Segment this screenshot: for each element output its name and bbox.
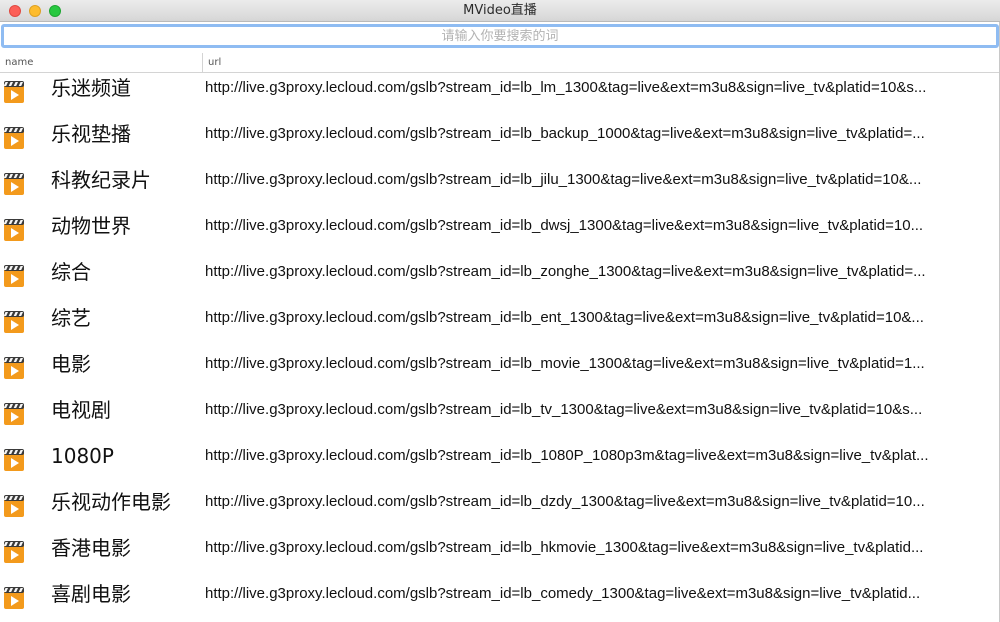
channel-name-cell: 乐迷频道 (51, 76, 131, 100)
video-play-icon (4, 541, 24, 563)
channel-name-cell: 电视剧 (51, 398, 111, 422)
table-row[interactable]: 综合 http://live.g3proxy.lecloud.com/gslb?… (0, 258, 1000, 304)
video-play-icon (4, 127, 24, 149)
table-row[interactable]: 电视剧 http://live.g3proxy.lecloud.com/gslb… (0, 396, 1000, 442)
channel-url-cell: http://live.g3proxy.lecloud.com/gslb?str… (205, 125, 925, 142)
table-row[interactable]: 动物世界 http://live.g3proxy.lecloud.com/gsl… (0, 212, 1000, 258)
table-row[interactable]: 香港电影 http://live.g3proxy.lecloud.com/gsl… (0, 534, 1000, 580)
video-play-icon (4, 311, 24, 333)
channel-name-cell: 乐视垫播 (51, 122, 131, 146)
search-bar (0, 24, 1000, 50)
table-header: name url (0, 53, 1000, 73)
channel-name-cell: 综艺 (51, 306, 91, 330)
channel-name-cell: 综合 (51, 260, 91, 284)
table-row[interactable]: 科教纪录片 http://live.g3proxy.lecloud.com/gs… (0, 166, 1000, 212)
channel-url-cell: http://live.g3proxy.lecloud.com/gslb?str… (205, 309, 924, 326)
table-row[interactable]: 喜剧电影 http://live.g3proxy.lecloud.com/gsl… (0, 580, 1000, 622)
video-play-icon (4, 449, 24, 471)
channel-name-cell: 喜剧电影 (51, 582, 131, 606)
video-play-icon (4, 357, 24, 379)
column-header-name[interactable]: name (0, 53, 203, 72)
channel-name-cell: 科教纪录片 (51, 168, 151, 192)
channel-table[interactable]: 乐迷频道 http://live.g3proxy.lecloud.com/gsl… (0, 74, 1000, 622)
title-bar[interactable]: MVideo直播 (0, 0, 1000, 22)
column-header-url[interactable]: url (203, 53, 1000, 72)
window-title: MVideo直播 (463, 3, 537, 18)
video-play-icon (4, 495, 24, 517)
channel-name-cell: 乐视动作电影 (51, 490, 171, 514)
channel-name-cell: 香港电影 (51, 536, 131, 560)
video-play-icon (4, 173, 24, 195)
app-window: MVideo直播 name url 乐迷频道 http://live.g3pro… (0, 0, 1000, 622)
channel-url-cell: http://live.g3proxy.lecloud.com/gslb?str… (205, 217, 924, 234)
table-row[interactable]: 电影 http://live.g3proxy.lecloud.com/gslb?… (0, 350, 1000, 396)
channel-name-cell: 1080P (51, 444, 114, 468)
channel-url-cell: http://live.g3proxy.lecloud.com/gslb?str… (205, 401, 923, 418)
channel-url-cell: http://live.g3proxy.lecloud.com/gslb?str… (205, 263, 926, 280)
channel-url-cell: http://live.g3proxy.lecloud.com/gslb?str… (205, 539, 924, 556)
channel-name-cell: 动物世界 (51, 214, 131, 238)
video-play-icon (4, 81, 24, 103)
channel-url-cell: http://live.g3proxy.lecloud.com/gslb?str… (205, 447, 929, 464)
channel-url-cell: http://live.g3proxy.lecloud.com/gslb?str… (205, 493, 925, 510)
video-play-icon (4, 219, 24, 241)
table-row[interactable]: 综艺 http://live.g3proxy.lecloud.com/gslb?… (0, 304, 1000, 350)
table-row[interactable]: 乐视动作电影 http://live.g3proxy.lecloud.com/g… (0, 488, 1000, 534)
channel-url-cell: http://live.g3proxy.lecloud.com/gslb?str… (205, 585, 921, 602)
table-row[interactable]: 乐视垫播 http://live.g3proxy.lecloud.com/gsl… (0, 120, 1000, 166)
table-row[interactable]: 1080P http://live.g3proxy.lecloud.com/gs… (0, 442, 1000, 488)
video-play-icon (4, 403, 24, 425)
search-input[interactable] (1, 24, 999, 48)
channel-url-cell: http://live.g3proxy.lecloud.com/gslb?str… (205, 79, 927, 96)
channel-url-cell: http://live.g3proxy.lecloud.com/gslb?str… (205, 355, 925, 372)
table-row[interactable]: 乐迷频道 http://live.g3proxy.lecloud.com/gsl… (0, 74, 1000, 120)
video-play-icon (4, 265, 24, 287)
channel-url-cell: http://live.g3proxy.lecloud.com/gslb?str… (205, 171, 922, 188)
video-play-icon (4, 587, 24, 609)
channel-name-cell: 电影 (51, 352, 91, 376)
